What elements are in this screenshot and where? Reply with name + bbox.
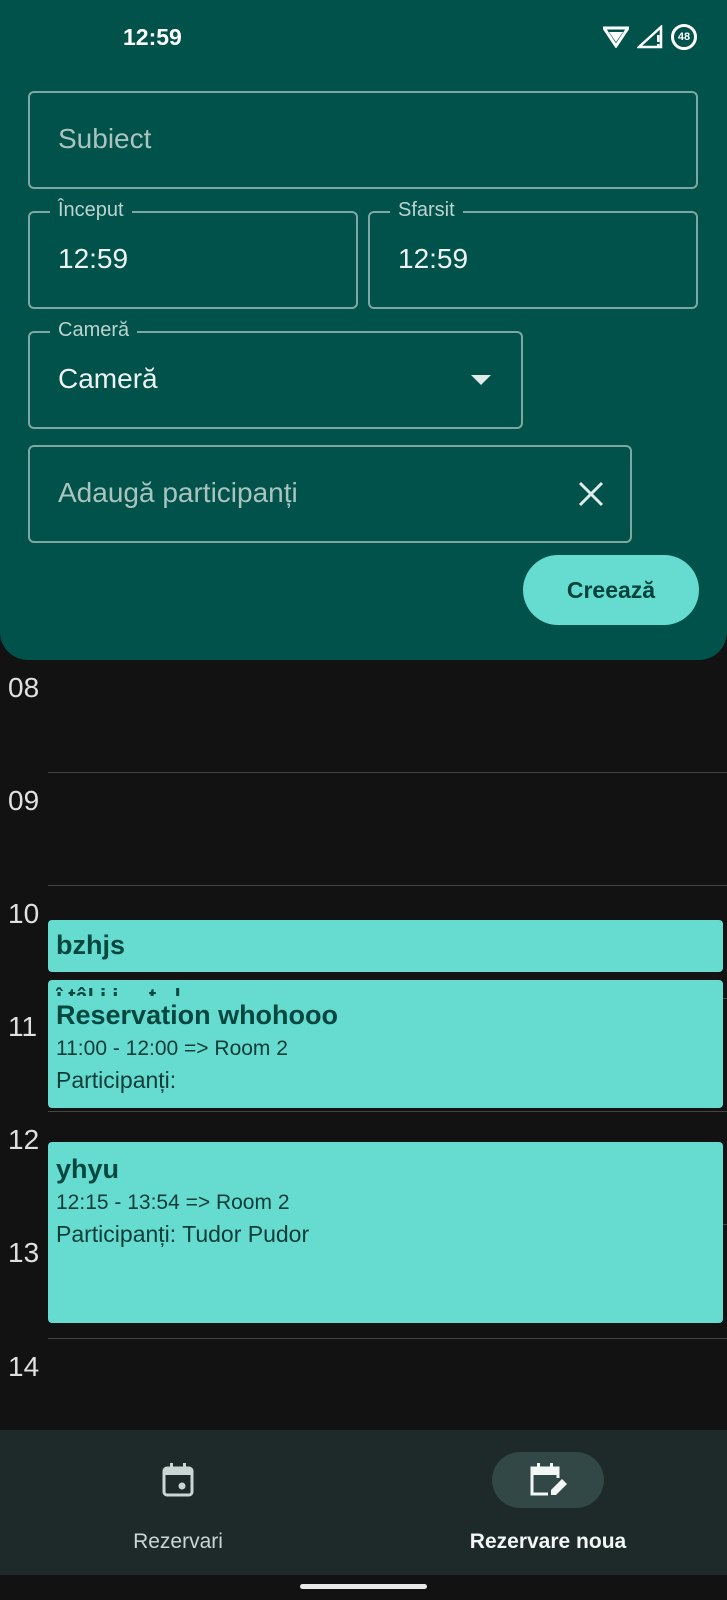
clear-icon[interactable] (578, 481, 604, 507)
hour-divider (48, 885, 727, 886)
start-time-field[interactable]: Început 12:59 (28, 199, 358, 309)
end-time-field[interactable]: Sfarsit 12:59 (368, 199, 698, 309)
battery-level: 48 (677, 31, 691, 43)
event-clipped-text: î țâl i i . . t . l (56, 984, 723, 996)
room-value: Cameră (58, 363, 158, 394)
hour-label: 10 (8, 898, 40, 929)
nav-icon-container (492, 1452, 604, 1508)
status-time: 12:59 (123, 24, 182, 50)
hour-label: 14 (8, 1351, 40, 1382)
start-time-label: Început (50, 199, 132, 222)
room-label: Cameră (50, 319, 138, 342)
signal-icon (637, 25, 663, 49)
event-time: 12:15 - 13:54 => Room 2 (56, 1191, 290, 1214)
edit-calendar-icon (530, 1463, 567, 1496)
hour-label: 12 (8, 1124, 40, 1155)
event-time: 11:00 - 12:00 => Room 2 (56, 1037, 288, 1060)
hour-label: 11 (8, 1011, 38, 1042)
nav-item-rezervare-noua[interactable]: Rezervare noua (398, 1430, 698, 1575)
bottom-navigation: Rezervari Rezervare noua (0, 1430, 727, 1575)
nav-item-rezervari[interactable]: Rezervari (28, 1430, 328, 1575)
gesture-handle[interactable] (300, 1584, 427, 1589)
hour-label: 09 (8, 785, 40, 816)
participants-placeholder: Adaugă participanți (58, 477, 298, 508)
reservation-form-panel: 12:59 48 Subiect Început 12:59 Sfarsit 1… (0, 0, 727, 660)
event-participants: Participanți: Tudor Pudor (56, 1221, 310, 1247)
calendar-today-icon (162, 1463, 194, 1497)
event-card[interactable]: bzhjs (48, 920, 723, 972)
dropdown-arrow-icon (471, 375, 491, 385)
room-dropdown[interactable]: Cameră Cameră (28, 319, 523, 429)
end-time-value: 12:59 (398, 243, 469, 274)
wifi-icon (603, 26, 629, 48)
event-card[interactable]: yhyu 12:15 - 13:54 => Room 2 Participanț… (48, 1142, 723, 1323)
hour-divider (48, 1338, 727, 1339)
hour-divider (48, 1111, 727, 1112)
event-title: bzhjs (56, 930, 126, 960)
battery-icon: 48 (671, 24, 697, 50)
hour-divider (48, 772, 727, 773)
event-title: yhyu (56, 1154, 120, 1184)
end-time-label: Sfarsit (390, 199, 463, 222)
event-participants: Participanți: (56, 1067, 177, 1093)
nav-icon-container (122, 1452, 234, 1508)
subject-field[interactable]: Subiect (28, 91, 698, 189)
hour-label: 13 (8, 1237, 40, 1268)
event-card[interactable]: î țâl i i . . t . l Reservation whohooo … (48, 980, 723, 1108)
start-time-value: 12:59 (58, 243, 129, 274)
subject-placeholder: Subiect (58, 123, 152, 154)
nav-label: Rezervare noua (469, 1530, 627, 1553)
create-button[interactable]: Creează (523, 555, 699, 625)
participants-field[interactable]: Adaugă participanți (28, 445, 632, 543)
hour-label: 08 (8, 672, 40, 703)
nav-label: Rezervari (133, 1530, 223, 1553)
event-title: Reservation whohooo (56, 1000, 339, 1030)
status-icons: 48 (603, 24, 697, 50)
